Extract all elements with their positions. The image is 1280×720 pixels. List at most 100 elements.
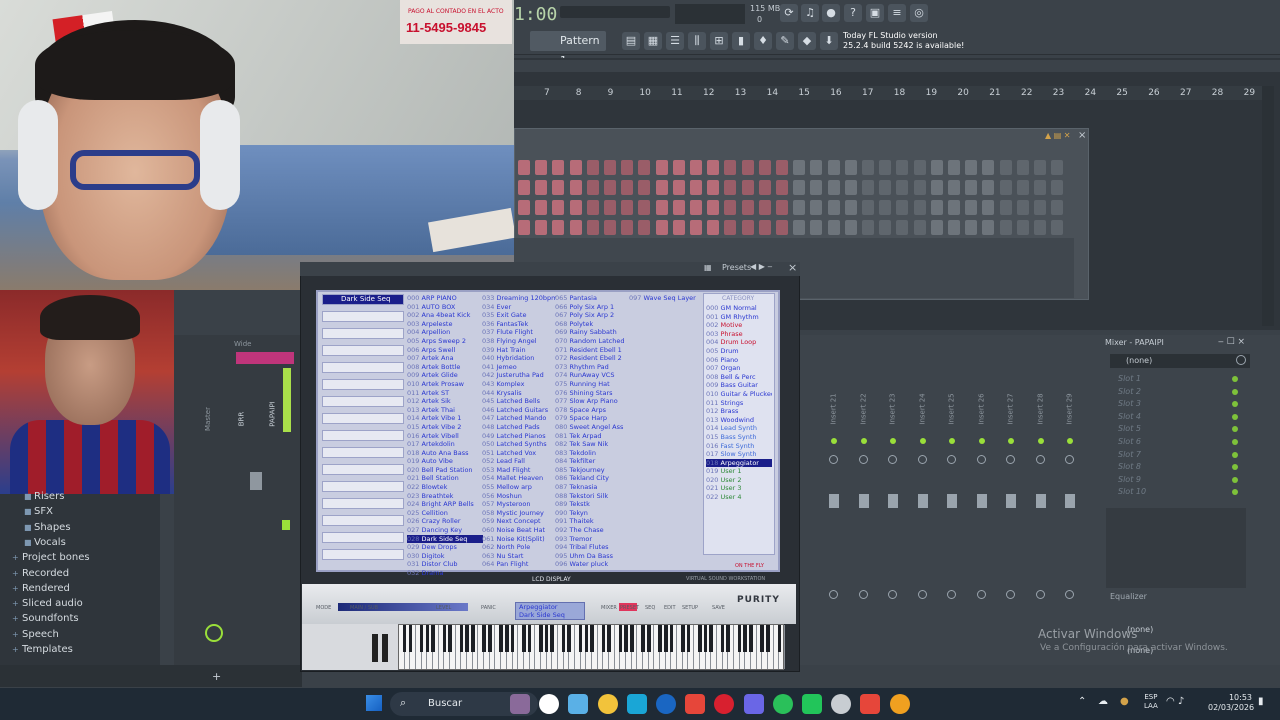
black-key[interactable] [550, 625, 555, 652]
step-button[interactable] [741, 180, 754, 195]
preset-item[interactable]: 091 Thaitek [555, 517, 629, 526]
step-button[interactable] [1051, 160, 1064, 175]
step-button[interactable] [948, 200, 960, 215]
step-button[interactable] [827, 220, 840, 235]
layer-slot[interactable] [322, 447, 404, 458]
preset-item[interactable]: 041 Jemeo [482, 363, 556, 372]
black-key[interactable] [408, 625, 413, 652]
step-button[interactable] [930, 180, 943, 195]
piano-keyboard[interactable] [398, 624, 785, 670]
send-knob[interactable] [829, 590, 838, 599]
black-key[interactable] [629, 625, 634, 652]
preset-item[interactable]: 083 Tekdolin [555, 449, 629, 458]
step-button[interactable] [948, 160, 960, 175]
black-key[interactable] [402, 625, 407, 652]
insert-active-led[interactable] [890, 438, 896, 444]
black-key[interactable] [465, 625, 469, 652]
black-key[interactable] [431, 625, 435, 652]
channel-rack-tools-icon[interactable]: ▲ ▤ ✕ [1045, 131, 1071, 140]
step-button[interactable] [655, 200, 668, 215]
preset-item[interactable]: 015 Bass Synth [706, 433, 772, 442]
browser-icon[interactable]: ⊞ [710, 32, 728, 50]
send-knob[interactable] [917, 590, 927, 599]
tray-language[interactable]: ESP LAA [1144, 693, 1158, 711]
step-button[interactable] [604, 160, 616, 175]
step-button[interactable] [844, 200, 857, 215]
on-the-fly-label[interactable]: ON THE FLY [735, 563, 764, 569]
send-knob[interactable] [858, 590, 868, 599]
panel-button[interactable]: MAIN / SUB [350, 605, 378, 611]
step-button[interactable] [621, 160, 634, 175]
add-icon[interactable]: + [212, 670, 221, 683]
volume-fader[interactable] [976, 494, 987, 508]
presets-label[interactable]: Presets [722, 263, 751, 272]
step-button[interactable] [707, 180, 720, 195]
preset-item[interactable]: 063 Nu Start [482, 552, 556, 561]
slot-led[interactable] [1232, 451, 1238, 458]
step-button[interactable] [982, 180, 995, 195]
preset-item[interactable]: 066 Poly Six Arp 1 [555, 303, 629, 312]
preset-item[interactable]: 084 Tekfilter [555, 457, 629, 466]
step-button[interactable] [621, 180, 634, 195]
preset-item[interactable]: 016 Artek Vibell [407, 432, 483, 441]
black-key[interactable] [669, 625, 674, 652]
black-key[interactable] [442, 625, 447, 652]
step-button[interactable] [844, 180, 857, 195]
copilot-icon[interactable] [568, 694, 589, 714]
step-button[interactable] [999, 220, 1012, 235]
slot-led[interactable] [1232, 388, 1238, 395]
preset-item[interactable]: 008 Artek Bottle [407, 363, 483, 372]
preset-item[interactable]: 018 Arpeggiator [706, 458, 772, 468]
black-key[interactable] [419, 625, 424, 652]
preset-item[interactable]: 052 Lead Fall [482, 457, 556, 466]
black-key[interactable] [527, 625, 532, 652]
preset-item[interactable]: 038 Flying Angel [482, 337, 556, 346]
preset-item[interactable]: 000 GM Normal [706, 304, 772, 313]
browser-item[interactable]: + Soundfonts [12, 613, 79, 624]
black-key[interactable] [544, 625, 549, 652]
volume-fader[interactable] [1065, 494, 1075, 508]
current-preset-display[interactable]: Arpeggiator Dark Side Seq [515, 602, 585, 620]
step-button[interactable] [518, 220, 530, 235]
preset-item[interactable]: 003 Arpeleste [407, 320, 483, 329]
step-button[interactable] [862, 200, 874, 215]
mod-wheel[interactable] [382, 634, 388, 662]
preset-item[interactable]: 074 RunAway VCS [555, 371, 629, 380]
layer-slot[interactable] [322, 345, 404, 356]
edge-icon[interactable] [626, 694, 647, 714]
pattern-selector[interactable]: Pattern 1 [530, 31, 606, 67]
step-button[interactable] [690, 160, 702, 175]
black-key[interactable] [749, 625, 753, 652]
step-button[interactable] [638, 220, 651, 235]
preset-item[interactable]: 051 Latched Vox [482, 449, 556, 458]
preset-item[interactable]: 010 Artek Prosaw [407, 380, 483, 389]
preset-item[interactable]: 005 Arps Sweep 2 [407, 337, 483, 346]
layer-slot[interactable] [322, 498, 404, 509]
step-button[interactable] [604, 180, 616, 195]
step-button[interactable] [518, 200, 530, 215]
preset-item[interactable]: 004 Arpellion [407, 328, 483, 337]
volume-fader[interactable] [1035, 494, 1046, 508]
step-button[interactable] [741, 220, 754, 235]
step-button[interactable] [758, 220, 771, 235]
step-button[interactable] [844, 220, 857, 235]
slot-led[interactable] [1232, 413, 1238, 420]
layer-slot[interactable] [322, 515, 404, 526]
volume-fader[interactable] [829, 494, 839, 508]
black-key[interactable] [601, 625, 606, 652]
black-key[interactable] [607, 625, 611, 652]
preset-item[interactable]: 021 Bell Station [407, 474, 483, 483]
preset-item[interactable]: 071 Resident Ebell 1 [555, 346, 629, 355]
layer-slot[interactable] [322, 464, 404, 475]
preset-item[interactable]: 016 Fast Synth [706, 442, 772, 451]
preset-item[interactable]: 055 Mellow arp [482, 483, 556, 492]
preset-item[interactable]: 034 Ever [482, 303, 556, 312]
panel-button[interactable]: SAVE [712, 605, 725, 611]
panel-button[interactable]: EDIT [664, 605, 676, 611]
step-button[interactable] [913, 220, 926, 235]
step-button[interactable] [552, 220, 565, 235]
metronome-icon[interactable]: ♫ [801, 4, 819, 22]
browser-item[interactable]: + Recorded [12, 568, 69, 579]
fx-slot[interactable]: Slot 10 [1118, 487, 1146, 496]
preset-item[interactable]: 014 Lead Synth [706, 424, 772, 433]
